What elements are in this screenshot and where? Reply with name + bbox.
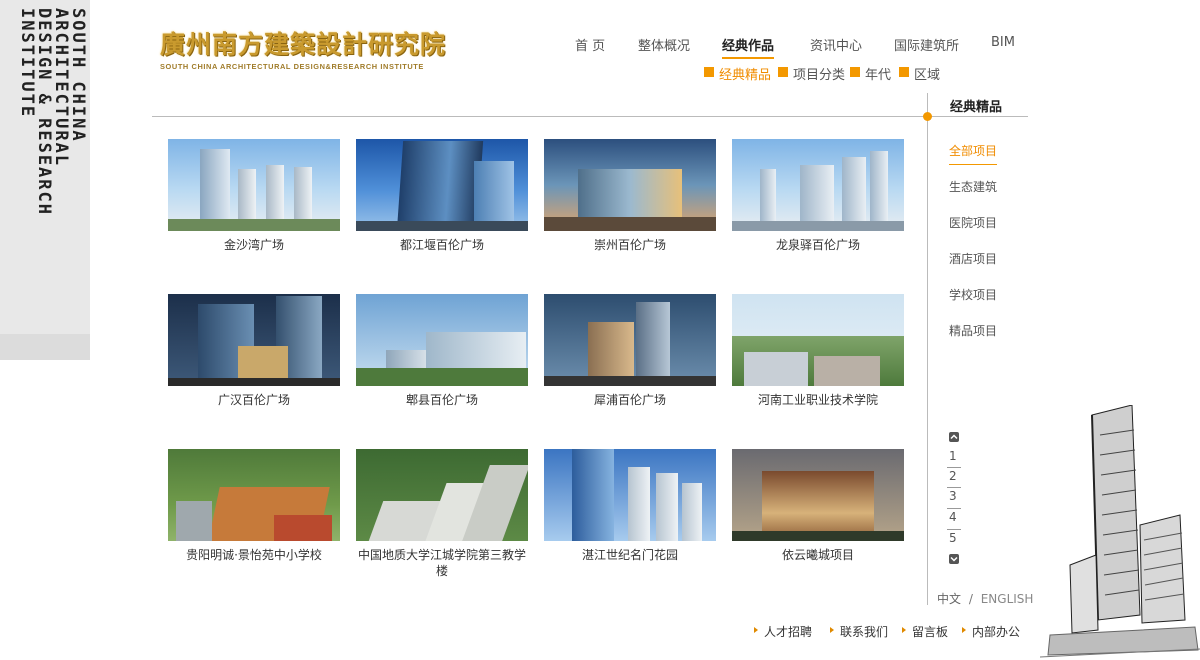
project-name: 龙泉驿百伦广场 (775, 238, 860, 252)
subnav-classic[interactable]: 经典精品 (704, 64, 771, 83)
divider-horizontal (152, 116, 1028, 117)
logo-chinese: 廣州南方建築設計研究院 (160, 30, 447, 59)
project-thumbnail (544, 294, 716, 386)
divider-vertical (927, 93, 928, 605)
section-title: 经典精品 (950, 100, 1003, 115)
site-logo[interactable]: 廣州南方建築設計研究院 SOUTH CHINA ARCHITECTURAL DE… (160, 30, 455, 75)
project-thumbnail (168, 139, 340, 231)
project-thumbnail (732, 449, 904, 541)
subnav-category[interactable]: 项目分类 (778, 64, 845, 83)
project-card[interactable]: 依云曦城项目 (732, 449, 904, 563)
page-separator (947, 467, 961, 468)
logo-english: SOUTH CHINA ARCHITECTURAL DESIGN&RESEARC… (160, 62, 424, 71)
project-name: 犀浦百伦广场 (593, 393, 666, 407)
category-eco[interactable]: 生态建筑 (949, 178, 997, 195)
project-card[interactable]: 广汉百伦广场 (168, 294, 340, 408)
footer-intranet[interactable]: 内部办公 (960, 623, 1020, 640)
project-thumbnail (356, 449, 528, 541)
project-name: 贵阳明诚·景怡苑中小学校 (186, 548, 322, 562)
project-thumbnail (168, 449, 340, 541)
category-boutique[interactable]: 精品项目 (949, 322, 997, 339)
page-separator (947, 487, 961, 488)
side-band-text: SOUTH CHINA ARCHITECTURAL DESIGN & RESEA… (6, 8, 88, 328)
category-all[interactable]: 全部项目 (949, 142, 998, 165)
category-hotel[interactable]: 酒店项目 (949, 250, 997, 267)
project-name: 金沙湾广场 (223, 238, 284, 252)
project-card[interactable]: 河南工业职业技术学院 (732, 294, 904, 408)
project-name: 崇州百伦广场 (593, 238, 666, 252)
project-name: 广汉百伦广场 (217, 393, 290, 407)
project-name: 中国地质大学江城学院第三教学楼 (357, 548, 526, 578)
nav-bim[interactable]: BIM (991, 35, 1015, 50)
page-2[interactable]: 2 (949, 469, 957, 483)
chevron-up-icon[interactable] (949, 432, 959, 442)
project-name: 河南工业职业技术学院 (757, 393, 878, 407)
lang-separator: / (968, 592, 973, 606)
category-school[interactable]: 学校项目 (949, 286, 997, 303)
project-thumbnail (732, 294, 904, 386)
subnav-region[interactable]: 区域 (899, 64, 940, 83)
nav-classic-works[interactable]: 经典作品 (722, 35, 775, 59)
side-band: SOUTH CHINA ARCHITECTURAL DESIGN & RESEA… (0, 0, 90, 360)
side-band-line: INSTITUTE (17, 8, 37, 119)
footer-careers[interactable]: 人才招聘 (752, 623, 812, 640)
project-card[interactable]: 中国地质大学江城学院第三教学楼 (356, 449, 528, 579)
nav-news[interactable]: 资讯中心 (810, 35, 862, 54)
lang-chinese[interactable]: 中文 (937, 592, 961, 606)
footer-contact[interactable]: 联系我们 (828, 623, 888, 640)
project-card[interactable]: 郫县百伦广场 (356, 294, 528, 408)
project-name: 湛江世纪名门花园 (581, 548, 678, 562)
project-thumbnail (544, 139, 716, 231)
project-thumbnail (356, 294, 528, 386)
category-hospital[interactable]: 医院项目 (949, 214, 997, 231)
page-5[interactable]: 5 (949, 531, 957, 545)
project-thumbnail (356, 139, 528, 231)
page-separator (947, 508, 961, 509)
project-thumbnail (544, 449, 716, 541)
project-card[interactable]: 湛江世纪名门花园 (544, 449, 716, 563)
nav-international[interactable]: 国际建筑所 (894, 35, 959, 54)
project-card[interactable]: 龙泉驿百伦广场 (732, 139, 904, 253)
tower-sketch-illustration (1040, 405, 1200, 658)
side-band-line: ARCHITECTURAL (51, 8, 71, 168)
side-band-line: DESIGN & RESEARCH (34, 8, 54, 216)
page-3[interactable]: 3 (949, 489, 957, 503)
project-card[interactable]: 崇州百伦广场 (544, 139, 716, 253)
nav-home[interactable]: 首 页 (575, 35, 605, 54)
language-switch: 中文 / ENGLISH (937, 590, 1033, 607)
page-4[interactable]: 4 (949, 510, 957, 524)
project-thumbnail (168, 294, 340, 386)
project-card[interactable]: 都江堰百伦广场 (356, 139, 528, 253)
chevron-down-icon[interactable] (949, 554, 959, 564)
page-separator (947, 529, 961, 530)
project-card[interactable]: 金沙湾广场 (168, 139, 340, 253)
nav-overview[interactable]: 整体概况 (638, 35, 690, 54)
project-card[interactable]: 犀浦百伦广场 (544, 294, 716, 408)
side-band-line: SOUTH CHINA (68, 8, 88, 143)
subnav-year[interactable]: 年代 (850, 64, 891, 83)
page-1[interactable]: 1 (949, 449, 957, 463)
lang-english[interactable]: ENGLISH (981, 592, 1034, 606)
project-card[interactable]: 贵阳明诚·景怡苑中小学校 (168, 449, 340, 563)
project-name: 都江堰百伦广场 (399, 238, 484, 252)
project-name: 郫县百伦广场 (405, 393, 478, 407)
project-name: 依云曦城项目 (781, 548, 854, 562)
footer-guestbook[interactable]: 留言板 (900, 623, 948, 640)
divider-dot (923, 112, 932, 121)
project-thumbnail (732, 139, 904, 231)
